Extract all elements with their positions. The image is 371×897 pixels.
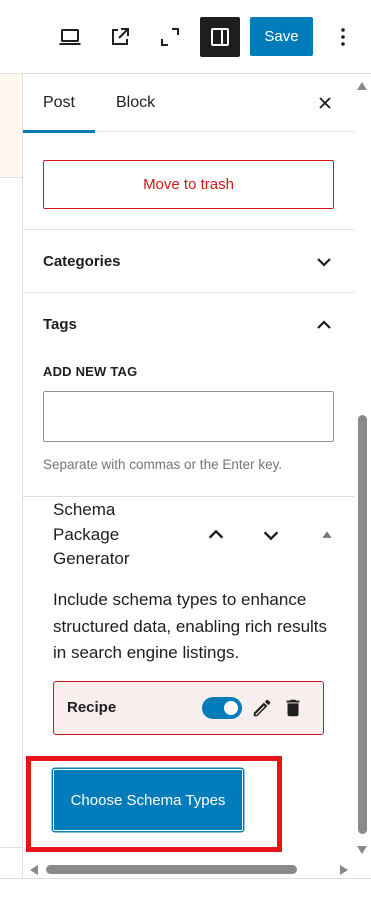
chevron-down-icon bbox=[317, 258, 331, 267]
scroll-up-arrow-icon[interactable] bbox=[357, 82, 367, 90]
tags-title: Tags bbox=[43, 316, 77, 333]
scroll-down-arrow-icon[interactable] bbox=[357, 846, 367, 854]
move-down-icon[interactable] bbox=[259, 523, 283, 547]
vertical-scroll-thumb[interactable] bbox=[358, 415, 367, 834]
external-view-icon[interactable] bbox=[102, 19, 138, 55]
add-new-tag-input[interactable] bbox=[43, 391, 334, 442]
categories-title: Categories bbox=[43, 253, 121, 270]
collapse-triangle-icon[interactable] bbox=[315, 523, 339, 547]
fullscreen-icon[interactable] bbox=[152, 19, 188, 55]
schema-description: Include schema types to enhance structur… bbox=[53, 590, 328, 662]
more-options-icon[interactable] bbox=[325, 19, 361, 55]
trash-icon[interactable] bbox=[282, 697, 304, 719]
horizontal-scroll-thumb[interactable] bbox=[46, 865, 297, 874]
tab-post[interactable]: Post bbox=[23, 74, 95, 133]
chevron-up-icon bbox=[317, 320, 331, 329]
laptop-preview-icon[interactable] bbox=[52, 19, 88, 55]
save-button[interactable]: Save bbox=[250, 17, 313, 56]
sidebar-toggle-icon[interactable] bbox=[200, 17, 240, 57]
add-new-tag-label: ADD NEW TAG bbox=[43, 364, 138, 379]
move-up-icon[interactable] bbox=[204, 523, 228, 547]
settings-sidebar: Post Block Move to trash Categories Tags… bbox=[23, 74, 354, 878]
horizontal-scrollbar[interactable] bbox=[23, 861, 354, 878]
divider bbox=[0, 847, 22, 848]
trash-section: Move to trash bbox=[23, 132, 354, 230]
move-to-trash-button[interactable]: Move to trash bbox=[43, 160, 334, 209]
divider bbox=[23, 496, 354, 497]
vertical-scrollbar[interactable] bbox=[354, 74, 371, 864]
toggle-knob bbox=[224, 701, 238, 715]
editor-notice-edge bbox=[0, 74, 22, 178]
schema-type-toggle[interactable] bbox=[202, 697, 242, 719]
pencil-icon[interactable] bbox=[251, 697, 273, 719]
schema-package-title: Schema Package Generator bbox=[53, 500, 130, 568]
sidebar-tabs: Post Block bbox=[23, 74, 354, 133]
choose-schema-types-button[interactable]: Choose Schema Types bbox=[53, 769, 243, 831]
scroll-right-arrow-icon[interactable] bbox=[340, 865, 348, 875]
tags-panel-toggle[interactable]: Tags bbox=[23, 294, 354, 356]
tab-block[interactable]: Block bbox=[114, 74, 157, 132]
schema-type-card: Recipe bbox=[53, 681, 324, 735]
editor-toolbar: Save bbox=[0, 0, 371, 74]
close-icon[interactable] bbox=[314, 92, 336, 114]
editor-canvas-edge bbox=[0, 74, 23, 878]
schema-type-name: Recipe bbox=[67, 699, 117, 716]
divider bbox=[0, 878, 371, 879]
tag-help-text: Separate with commas or the Enter key. bbox=[43, 457, 283, 472]
scroll-left-arrow-icon[interactable] bbox=[30, 865, 38, 875]
categories-panel-toggle[interactable]: Categories bbox=[23, 231, 354, 293]
